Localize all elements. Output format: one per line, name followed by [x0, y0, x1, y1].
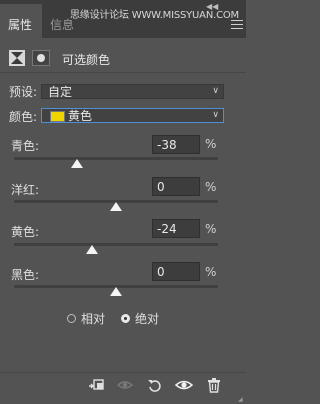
preset-select[interactable]: 自定 ∨ [41, 84, 224, 99]
slider-label-black: 黑色: [11, 268, 40, 282]
black-value: 0 [157, 265, 165, 279]
yellow-unit: % [205, 222, 217, 236]
visibility-eye-icon[interactable] [174, 376, 194, 394]
cyan-slider-track[interactable] [14, 157, 218, 160]
magenta-value: 0 [157, 180, 165, 194]
layer-mask-icon[interactable] [32, 50, 50, 66]
resize-grip-icon[interactable]: ◢ [238, 396, 243, 403]
color-label: 颜色: [9, 110, 38, 124]
reset-icon[interactable] [146, 376, 164, 394]
color-value: 黄色 [68, 109, 93, 123]
relative-radio[interactable] [67, 314, 76, 323]
panel-menu-icon[interactable] [231, 20, 243, 30]
slider-label-cyan: 青色: [11, 139, 40, 153]
tab-properties[interactable]: 属性 [0, 4, 42, 38]
preset-label: 预设: [9, 85, 38, 99]
cyan-value-input[interactable]: -38 [152, 135, 200, 154]
relative-label[interactable]: 相对 [81, 310, 105, 327]
magenta-unit: % [205, 180, 217, 194]
panel-title: 可选颜色 [62, 53, 111, 67]
cyan-unit: % [205, 137, 217, 151]
cyan-slider-thumb[interactable] [71, 159, 84, 168]
yellow-value-input[interactable]: -24 [152, 219, 200, 238]
trash-icon[interactable] [205, 376, 223, 394]
chevron-down-icon: ∨ [212, 110, 219, 120]
absolute-radio[interactable] [121, 314, 130, 323]
view-previous-icon[interactable] [116, 376, 134, 394]
yellow-value: -24 [157, 222, 177, 236]
clip-to-layer-icon[interactable] [88, 376, 106, 394]
black-slider-thumb[interactable] [110, 287, 122, 296]
absolute-label[interactable]: 绝对 [135, 310, 159, 327]
magenta-slider-thumb[interactable] [110, 202, 122, 211]
slider-label-magenta: 洋红: [11, 183, 40, 197]
slider-label-yellow: 黄色: [11, 225, 40, 239]
color-select[interactable]: 黄色 ∨ [41, 108, 224, 123]
chevron-down-icon: ∨ [212, 86, 219, 96]
yellow-slider-thumb[interactable] [85, 245, 98, 254]
magenta-value-input[interactable]: 0 [152, 177, 200, 196]
adjustment-layer-icon[interactable] [9, 50, 25, 66]
black-value-input[interactable]: 0 [152, 262, 200, 281]
color-swatch [50, 111, 65, 122]
tab-properties-label: 属性 [8, 18, 33, 32]
black-unit: % [205, 265, 217, 279]
cyan-value: -38 [157, 138, 177, 152]
preset-value: 自定 [48, 85, 73, 99]
header-divider [0, 72, 246, 73]
yellow-slider-track[interactable] [14, 243, 218, 246]
collapse-arrows-icon[interactable]: ◀◀ [206, 2, 218, 11]
